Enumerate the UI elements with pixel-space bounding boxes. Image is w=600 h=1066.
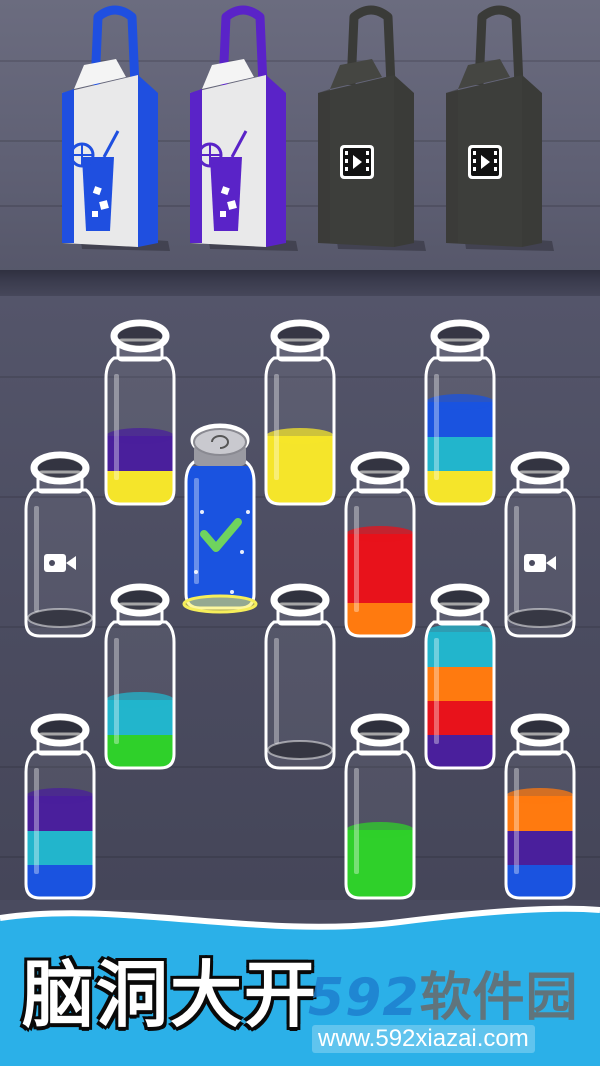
- liquid-layer: [426, 734, 494, 768]
- bottle-b8[interactable]: [102, 582, 178, 782]
- bottle-b3[interactable]: [262, 318, 338, 518]
- liquid-layer: [186, 501, 254, 538]
- video-icon: [340, 145, 374, 179]
- liquid-layer: [106, 470, 174, 504]
- bag-blue[interactable]: [60, 5, 170, 255]
- liquid-layer: [26, 830, 94, 865]
- video-icon: [468, 145, 502, 179]
- bottle-b6[interactable]: [342, 450, 418, 650]
- bag-purple[interactable]: [188, 5, 298, 255]
- banner-title: 脑洞大开: [22, 953, 319, 1037]
- shelf-divider: [0, 270, 600, 296]
- liquid-layer: [106, 734, 174, 768]
- liquid-layer: [506, 830, 574, 865]
- liquid-layer: [26, 864, 94, 898]
- liquid-layer: [346, 568, 414, 603]
- bag-locked-2[interactable]: [444, 5, 554, 255]
- watermark-logo-number: 592: [308, 968, 420, 1028]
- liquid-layer: [186, 466, 254, 503]
- liquid-layer: [506, 864, 574, 898]
- liquid-layer: [426, 666, 494, 701]
- bottle-b5[interactable]: [22, 450, 98, 650]
- bag-locked-1[interactable]: [316, 5, 426, 255]
- watermark-logo-text: 软件园: [419, 968, 579, 1028]
- bottle-b10[interactable]: [422, 582, 498, 782]
- liquid-layer: [426, 436, 494, 471]
- watermark-logo: 592软件园: [308, 955, 579, 1030]
- completion-glow: [182, 594, 258, 614]
- liquid-layer: [266, 470, 334, 504]
- liquid-layer: [346, 602, 414, 636]
- liquid-layer: [346, 864, 414, 898]
- watermark: 592软件园 www.592xiazai.com: [300, 955, 592, 1055]
- liquid-layer: [426, 700, 494, 735]
- watermark-url: www.592xiazai.com: [312, 1025, 535, 1053]
- bottle-b7[interactable]: [502, 450, 578, 650]
- bottle-b13[interactable]: [502, 712, 578, 912]
- bottle-b11[interactable]: [22, 712, 98, 912]
- bottle-b12[interactable]: [342, 712, 418, 912]
- bottle-b4[interactable]: [422, 318, 498, 518]
- bottle-b1[interactable]: [102, 318, 178, 518]
- bottle-b2[interactable]: [182, 422, 258, 622]
- bottle-b9[interactable]: [262, 582, 338, 782]
- liquid-layer: [426, 470, 494, 504]
- bottle-cap: [193, 428, 247, 466]
